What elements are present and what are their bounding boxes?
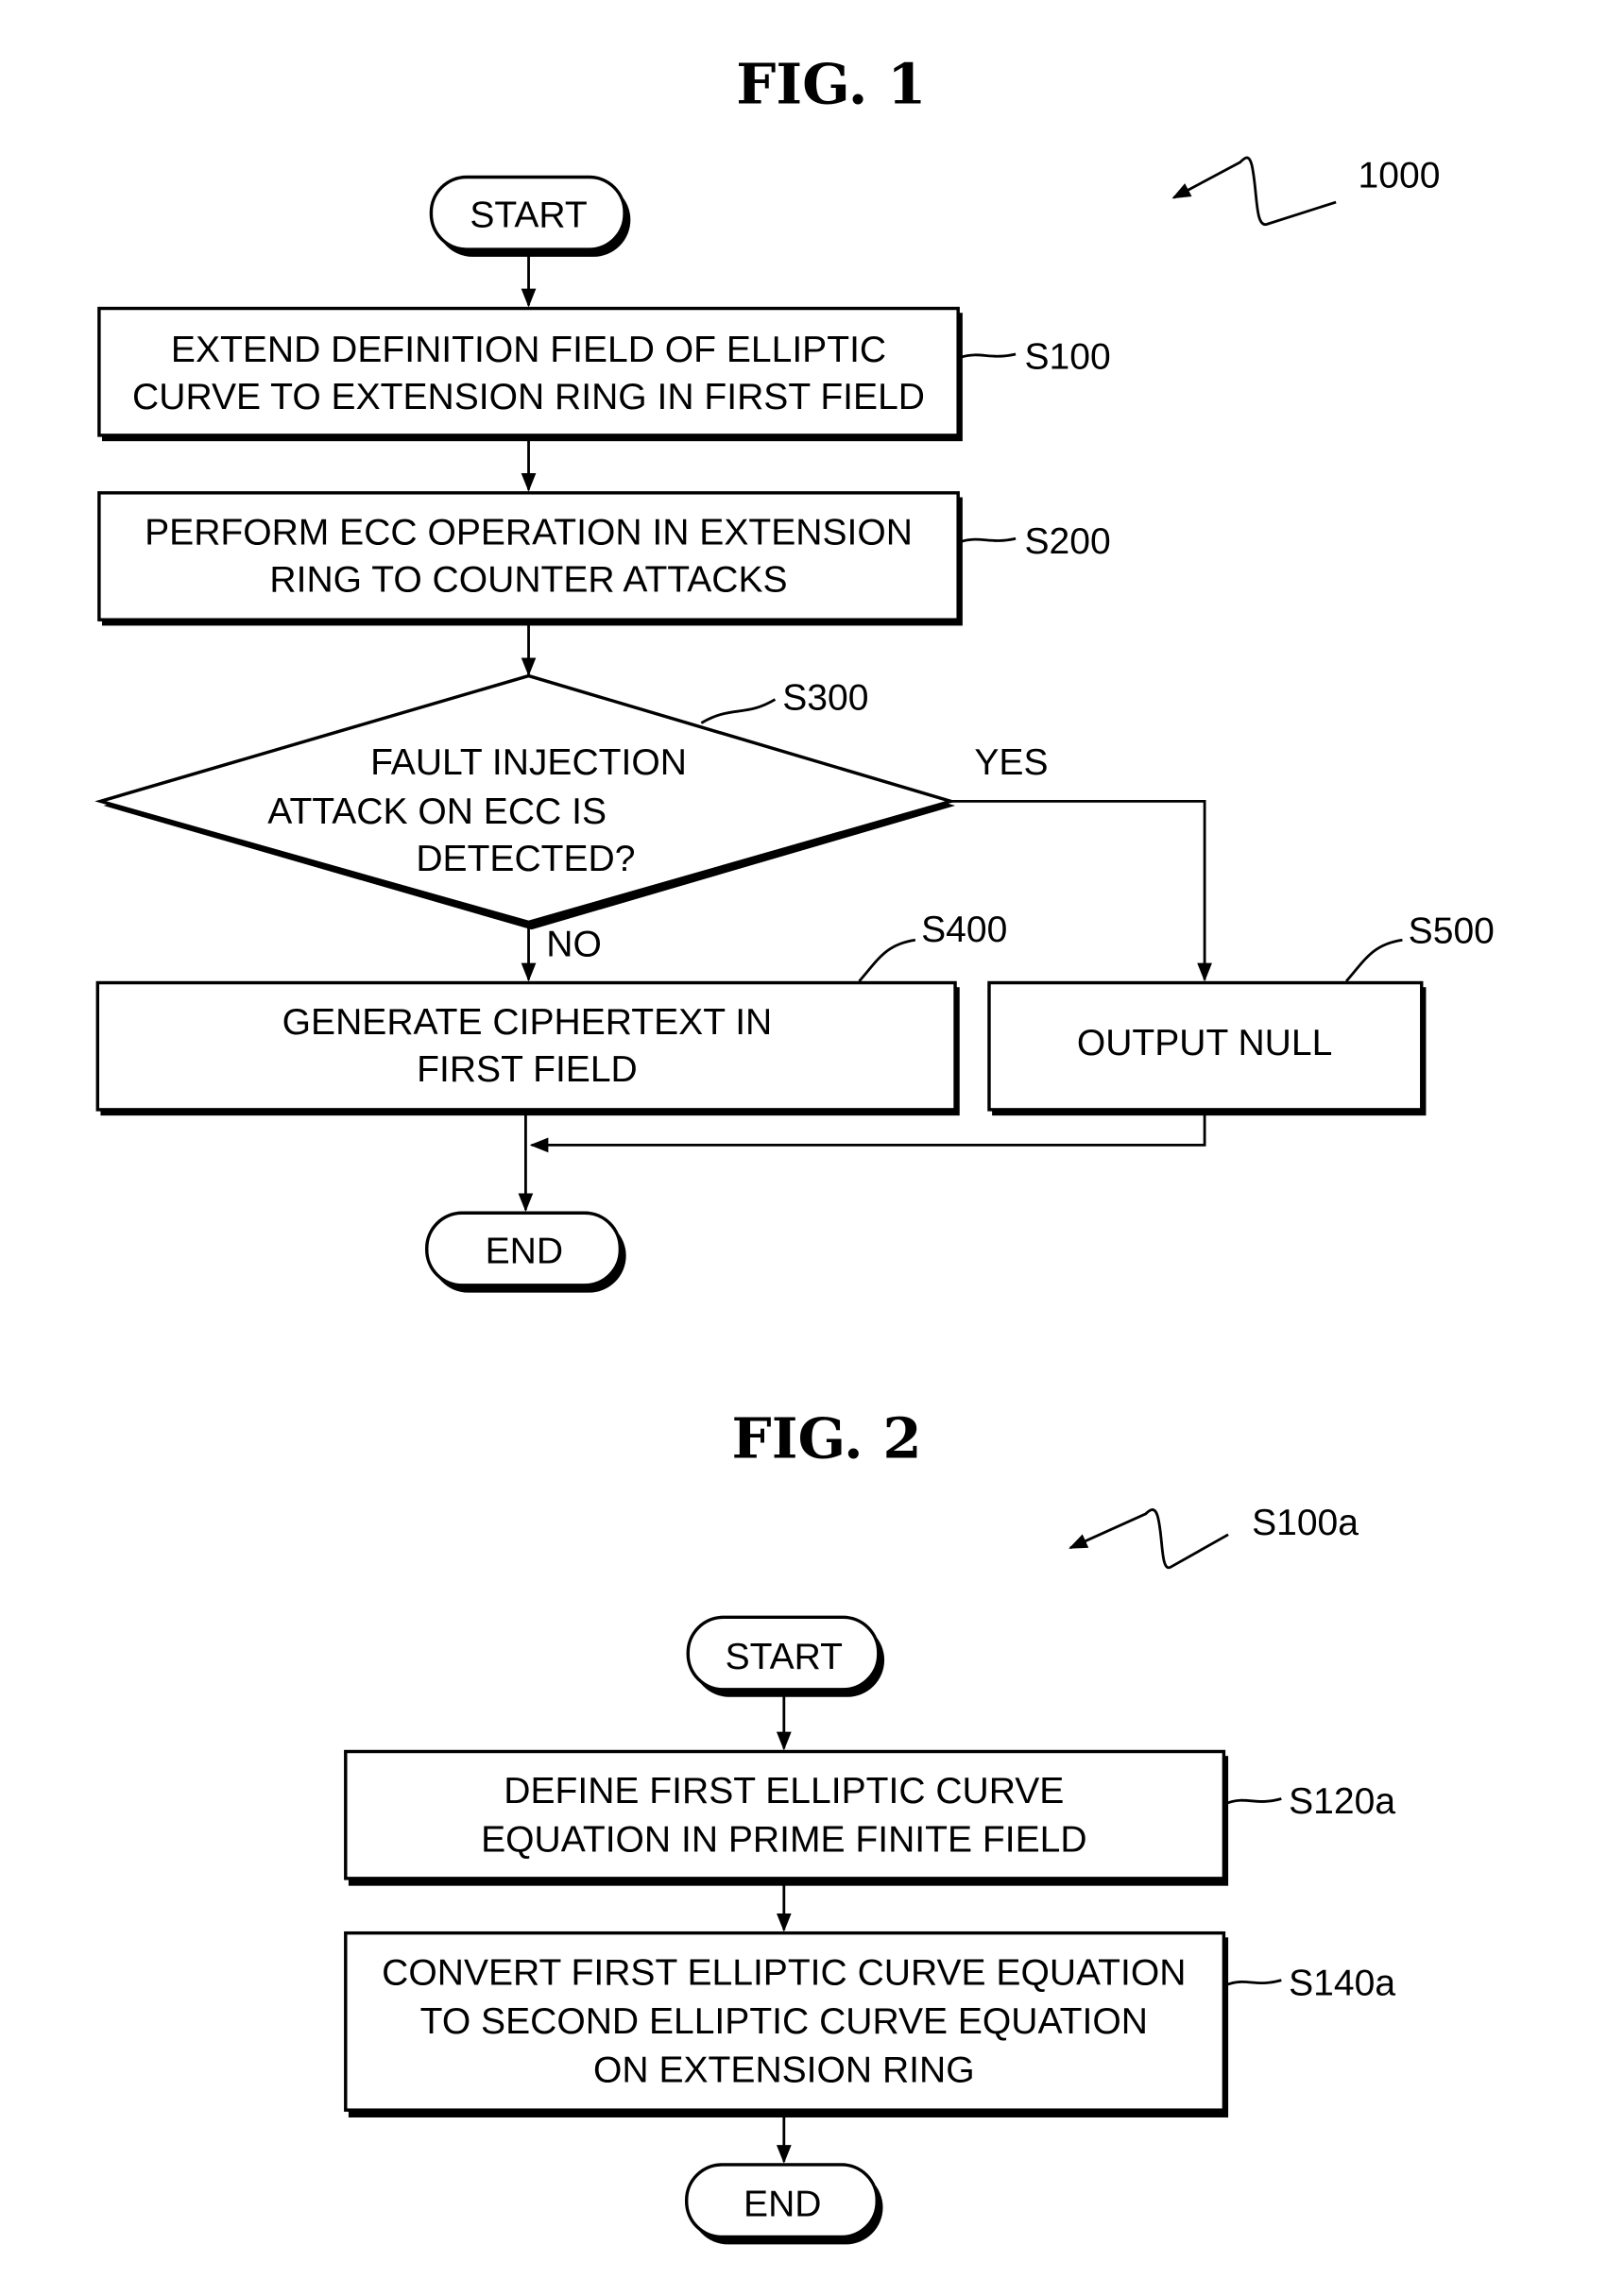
step-s120a-line-2: EQUATION IN PRIME FINITE FIELD	[481, 1820, 1086, 1861]
end-terminal: END	[684, 2163, 883, 2245]
step-s200-line-1: PERFORM ECC OPERATION IN EXTENSION	[145, 513, 913, 553]
step-s500-line-1: OUTPUT NULL	[1077, 1023, 1333, 1063]
figure-1: FIG. 1 1000 START EXTEND DEFINITION FIEL…	[94, 50, 1495, 1293]
start-terminal: START	[429, 175, 631, 257]
leader-line	[1226, 1979, 1282, 1986]
step-s400-box: GENERATE CIPHERTEXT IN FIRST FIELD	[95, 980, 960, 1116]
end-terminal: END	[425, 1211, 626, 1293]
step-s500-id: S500	[1409, 910, 1495, 951]
figure-2: FIG. 2 S100a START DEFINE FIRST ELLIPTIC…	[344, 1405, 1395, 2245]
step-s500-box: OUTPUT NULL	[987, 980, 1427, 1116]
decision-s300-line-2: ATTACK ON ECC IS	[267, 791, 607, 832]
step-s200-box: PERFORM ECC OPERATION IN EXTENSION RING …	[97, 491, 963, 626]
start-terminal: START	[686, 1615, 885, 1697]
reference-arrow-icon	[1068, 1508, 1229, 1570]
merge-connector-arrow	[529, 1114, 1206, 1153]
step-s140a-id: S140a	[1289, 1963, 1395, 2003]
yes-connector-arrow	[950, 799, 1212, 982]
step-s200-line-2: RING TO COUNTER ATTACKS	[269, 559, 787, 600]
step-s120a-line-1: DEFINE FIRST ELLIPTIC CURVE	[504, 1771, 1064, 1811]
step-s400-line-1: GENERATE CIPHERTEXT IN	[282, 1002, 773, 1043]
step-s140a-box: CONVERT FIRST ELLIPTIC CURVE EQUATION TO…	[344, 1930, 1229, 2117]
patent-drawing-sheet: FIG. 1 1000 START EXTEND DEFINITION FIEL…	[94, 50, 1495, 2245]
step-s140a-line-1: CONVERT FIRST ELLIPTIC CURVE EQUATION	[382, 1952, 1186, 1993]
step-s140a-line-2: TO SECOND ELLIPTIC CURVE EQUATION	[420, 2001, 1148, 2042]
figure-2-title: FIG. 2	[732, 1405, 922, 1471]
step-s400-id: S400	[921, 910, 1007, 950]
figure-2-reference-label: S100a	[1252, 1503, 1359, 1543]
step-s120a-id: S120a	[1289, 1781, 1395, 1822]
step-s300-id: S300	[782, 677, 868, 718]
step-s400-line-2: FIRST FIELD	[417, 1049, 638, 1090]
step-s100-id: S100	[1024, 337, 1110, 378]
yes-branch-label: YES	[974, 742, 1048, 783]
step-s100-box: EXTEND DEFINITION FIELD OF ELLIPTIC CURV…	[97, 306, 963, 442]
leader-line	[1226, 1797, 1282, 1805]
step-s120a-box: DEFINE FIRST ELLIPTIC CURVE EQUATION IN …	[344, 1749, 1229, 1886]
end-label: END	[486, 1231, 563, 1271]
leader-line	[700, 698, 777, 724]
leader-line	[858, 938, 916, 982]
no-branch-label: NO	[546, 924, 602, 964]
start-label: START	[726, 1637, 843, 1677]
leader-line	[1345, 938, 1403, 982]
end-label: END	[744, 2185, 821, 2225]
step-s100-line-1: EXTEND DEFINITION FIELD OF ELLIPTIC	[171, 330, 886, 370]
figure-1-reference-label: 1000	[1359, 155, 1441, 196]
step-s100-line-2: CURVE TO EXTENSION RING IN FIRST FIELD	[132, 377, 925, 417]
step-s140a-line-3: ON EXTENSION RING	[593, 2049, 975, 2090]
leader-line	[960, 536, 1017, 543]
figure-1-title: FIG. 1	[736, 50, 926, 116]
decision-s300-line-1: FAULT INJECTION	[370, 742, 687, 783]
reference-arrow-icon	[1171, 156, 1337, 226]
start-label: START	[470, 196, 587, 236]
leader-line	[960, 352, 1017, 359]
step-s200-id: S200	[1024, 521, 1110, 562]
decision-s300-line-3: DETECTED?	[416, 839, 635, 879]
